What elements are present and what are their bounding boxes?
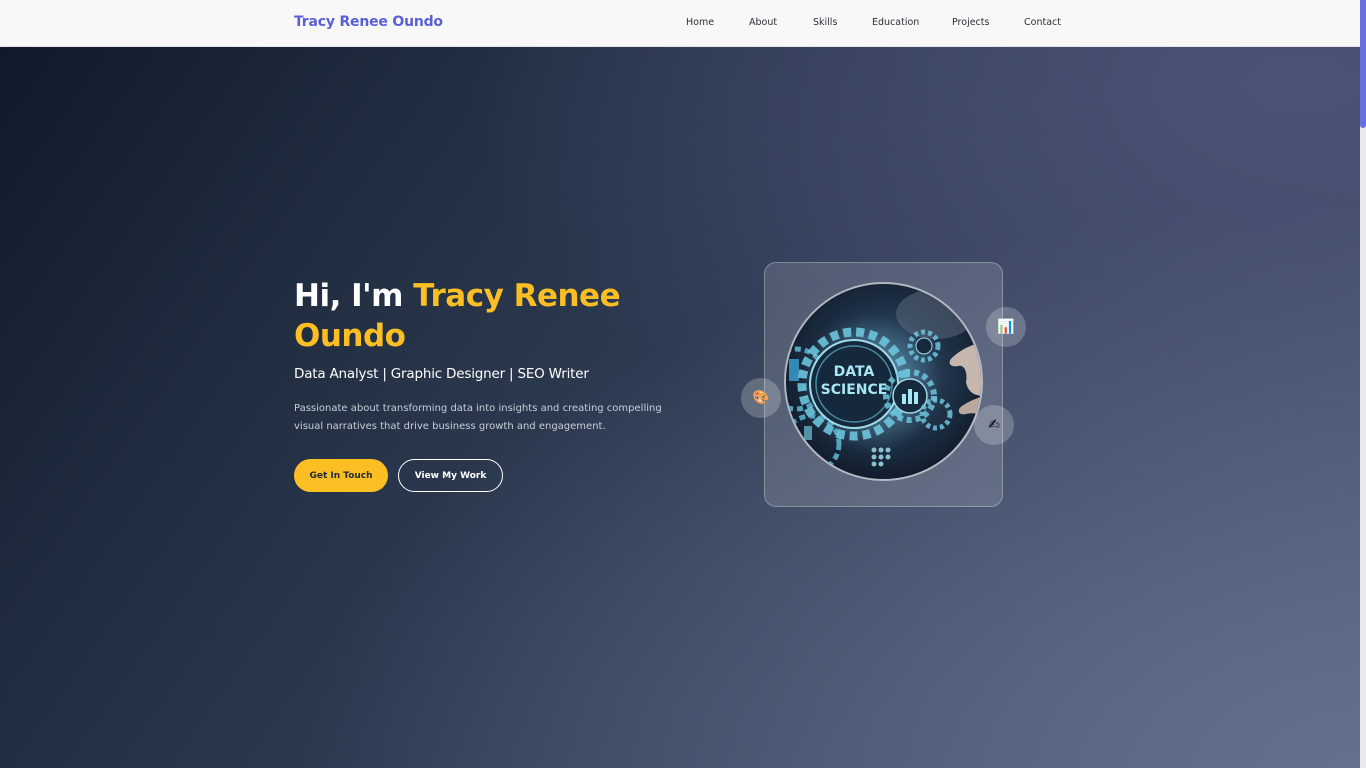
scrollbar-thumb[interactable] xyxy=(1360,0,1366,128)
chart-badge: 📊 xyxy=(986,307,1026,347)
nav-link-skills[interactable]: Skills xyxy=(813,17,837,28)
brand-logo[interactable]: Tracy Renee Oundo xyxy=(294,14,443,30)
nav-link-projects[interactable]: Projects xyxy=(952,17,989,28)
hero-greeting: Hi, I'm xyxy=(294,278,414,314)
writing-badge: ✍ xyxy=(974,405,1014,445)
nav-link-about[interactable]: About xyxy=(749,17,777,28)
writing-hand-icon: ✍ xyxy=(988,417,1000,433)
data-science-illustration: DATA SCIENCE xyxy=(786,284,981,479)
navbar: Tracy Renee Oundo Home About Skills Educ… xyxy=(0,0,1360,47)
svg-text:DATA: DATA xyxy=(834,364,875,380)
palette-badge: 🎨 xyxy=(741,378,781,418)
nav-link-home[interactable]: Home xyxy=(686,17,714,28)
hero-description: Passionate about transforming data into … xyxy=(294,403,662,432)
nav-link-education[interactable]: Education xyxy=(872,17,919,28)
hero-section xyxy=(0,47,1360,768)
get-in-touch-button[interactable]: Get In Touch xyxy=(294,459,388,492)
hero-subtitle: Data Analyst | Graphic Designer | SEO Wr… xyxy=(294,366,589,382)
view-my-work-button[interactable]: View My Work xyxy=(398,459,503,492)
chart-icon: 📊 xyxy=(997,319,1015,335)
hero-title: Hi, I'm Tracy Renee Oundo xyxy=(294,276,654,356)
nav-link-contact[interactable]: Contact xyxy=(1024,17,1061,28)
palette-icon: 🎨 xyxy=(752,390,770,406)
data-science-image: DATA SCIENCE xyxy=(784,282,983,481)
svg-text:SCIENCE: SCIENCE xyxy=(821,382,888,398)
